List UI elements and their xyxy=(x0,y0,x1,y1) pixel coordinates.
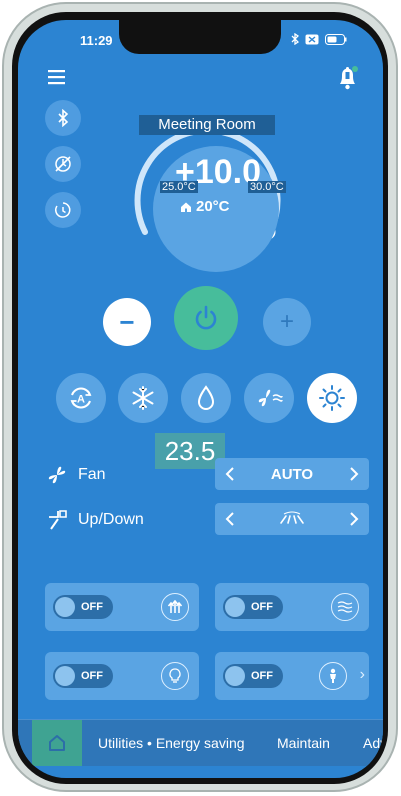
app-screen: 11:29 Meeting Room +10.0 25.0°C 30.0°C 2… xyxy=(18,20,383,778)
fan-prev-button[interactable] xyxy=(215,458,245,490)
bluetooth-button[interactable] xyxy=(45,100,81,136)
function-card-occupancy: OFF › xyxy=(215,652,369,700)
power-icon xyxy=(195,305,217,330)
no-schedule-button[interactable] xyxy=(45,146,81,182)
fan-label: Fan xyxy=(78,466,106,483)
toggle-knob xyxy=(55,597,75,617)
fan-speed-value: AUTO xyxy=(270,465,314,483)
mode-auto-button[interactable]: A xyxy=(56,373,106,423)
maintain-tab[interactable]: Maintain xyxy=(277,735,330,751)
toggle-knob xyxy=(225,666,245,686)
toggle-knob xyxy=(55,666,75,686)
fan-icon xyxy=(48,466,66,484)
room-temperature-value: 20°C xyxy=(196,198,230,215)
utilities-tab[interactable]: Utilities • Energy saving xyxy=(98,735,245,751)
swing-auto-icon xyxy=(280,511,304,524)
range-max-label: 30.0°C xyxy=(248,181,286,193)
wave-icon xyxy=(331,593,359,621)
svg-text:A: A xyxy=(77,394,85,406)
swing-row-label: Up/Down xyxy=(46,509,144,531)
airflow-toggle[interactable]: OFF xyxy=(53,595,113,619)
increase-temperature-button[interactable]: + xyxy=(263,298,311,346)
swing-next-button[interactable] xyxy=(339,503,369,535)
mode-dry-button[interactable] xyxy=(181,373,231,423)
decrease-temperature-button[interactable]: − xyxy=(103,298,151,346)
person-icon xyxy=(319,662,347,690)
mode-heat-button[interactable] xyxy=(307,373,357,423)
fan-mode-icon xyxy=(258,389,283,407)
clock-off-icon xyxy=(55,156,71,172)
fan-next-button[interactable] xyxy=(339,458,369,490)
occupancy-toggle[interactable]: OFF xyxy=(223,664,283,688)
water-drop-icon xyxy=(197,385,215,410)
energy-saving-label: Energy saving xyxy=(155,735,245,751)
bluetooth-icon xyxy=(58,109,69,127)
toggle-knob xyxy=(225,597,245,617)
home-small-icon xyxy=(181,202,191,212)
function-card-airflow: OFF xyxy=(45,583,199,631)
separator-dot: • xyxy=(147,735,156,751)
wave-toggle[interactable]: OFF xyxy=(223,595,283,619)
airflow-up-icon xyxy=(161,593,189,621)
toggle-state: OFF xyxy=(81,601,103,613)
notch xyxy=(119,20,281,54)
utilities-label: Utilities xyxy=(98,735,144,751)
chevron-left-icon xyxy=(225,467,234,481)
mode-fan-button[interactable] xyxy=(244,373,294,423)
mode-cool-button[interactable] xyxy=(118,373,168,423)
swing-prev-button[interactable] xyxy=(215,503,245,535)
chevron-right-icon[interactable]: › xyxy=(360,666,365,684)
chevron-right-icon xyxy=(350,512,359,526)
minus-icon: − xyxy=(119,307,135,337)
plus-icon: + xyxy=(279,308,294,335)
bottom-navigation: Utilities • Energy saving Maintain Adv xyxy=(18,719,383,766)
fan-row-label: Fan xyxy=(46,464,106,486)
room-temperature: 20°C xyxy=(180,198,230,215)
hamburger-menu-icon[interactable] xyxy=(46,68,68,86)
toggle-state: OFF xyxy=(251,601,273,613)
fan-speed-selector: AUTO xyxy=(215,458,369,490)
power-button[interactable] xyxy=(174,286,238,350)
chevron-left-icon xyxy=(225,512,234,526)
function-card-light: OFF xyxy=(45,652,199,700)
bluetooth-status-icon xyxy=(291,33,299,45)
toggle-state: OFF xyxy=(81,670,103,682)
swing-label: Up/Down xyxy=(78,511,144,528)
status-time: 11:29 xyxy=(80,33,113,48)
chevron-right-icon xyxy=(350,467,359,481)
notification-bell-icon[interactable] xyxy=(335,64,361,92)
battery-icon xyxy=(325,33,347,45)
status-icons xyxy=(291,33,347,45)
room-name[interactable]: Meeting Room xyxy=(139,115,275,135)
timer-button[interactable] xyxy=(45,192,81,228)
timer-icon xyxy=(55,202,71,218)
function-card-wave: OFF xyxy=(215,583,369,631)
home-icon xyxy=(49,735,65,751)
swing-louver-icon xyxy=(49,510,67,530)
advanced-tab[interactable]: Adv xyxy=(363,735,383,751)
auto-mode-icon: A xyxy=(70,387,92,409)
swing-value xyxy=(245,511,339,527)
bulb-icon xyxy=(161,662,189,690)
battery-saver-icon xyxy=(305,34,319,44)
snowflake-icon xyxy=(132,386,154,410)
swing-selector xyxy=(215,503,369,535)
home-tab[interactable] xyxy=(32,720,82,766)
range-min-label: 25.0°C xyxy=(160,181,198,193)
toggle-state: OFF xyxy=(251,670,273,682)
sun-icon xyxy=(319,385,345,411)
light-toggle[interactable]: OFF xyxy=(53,664,113,688)
